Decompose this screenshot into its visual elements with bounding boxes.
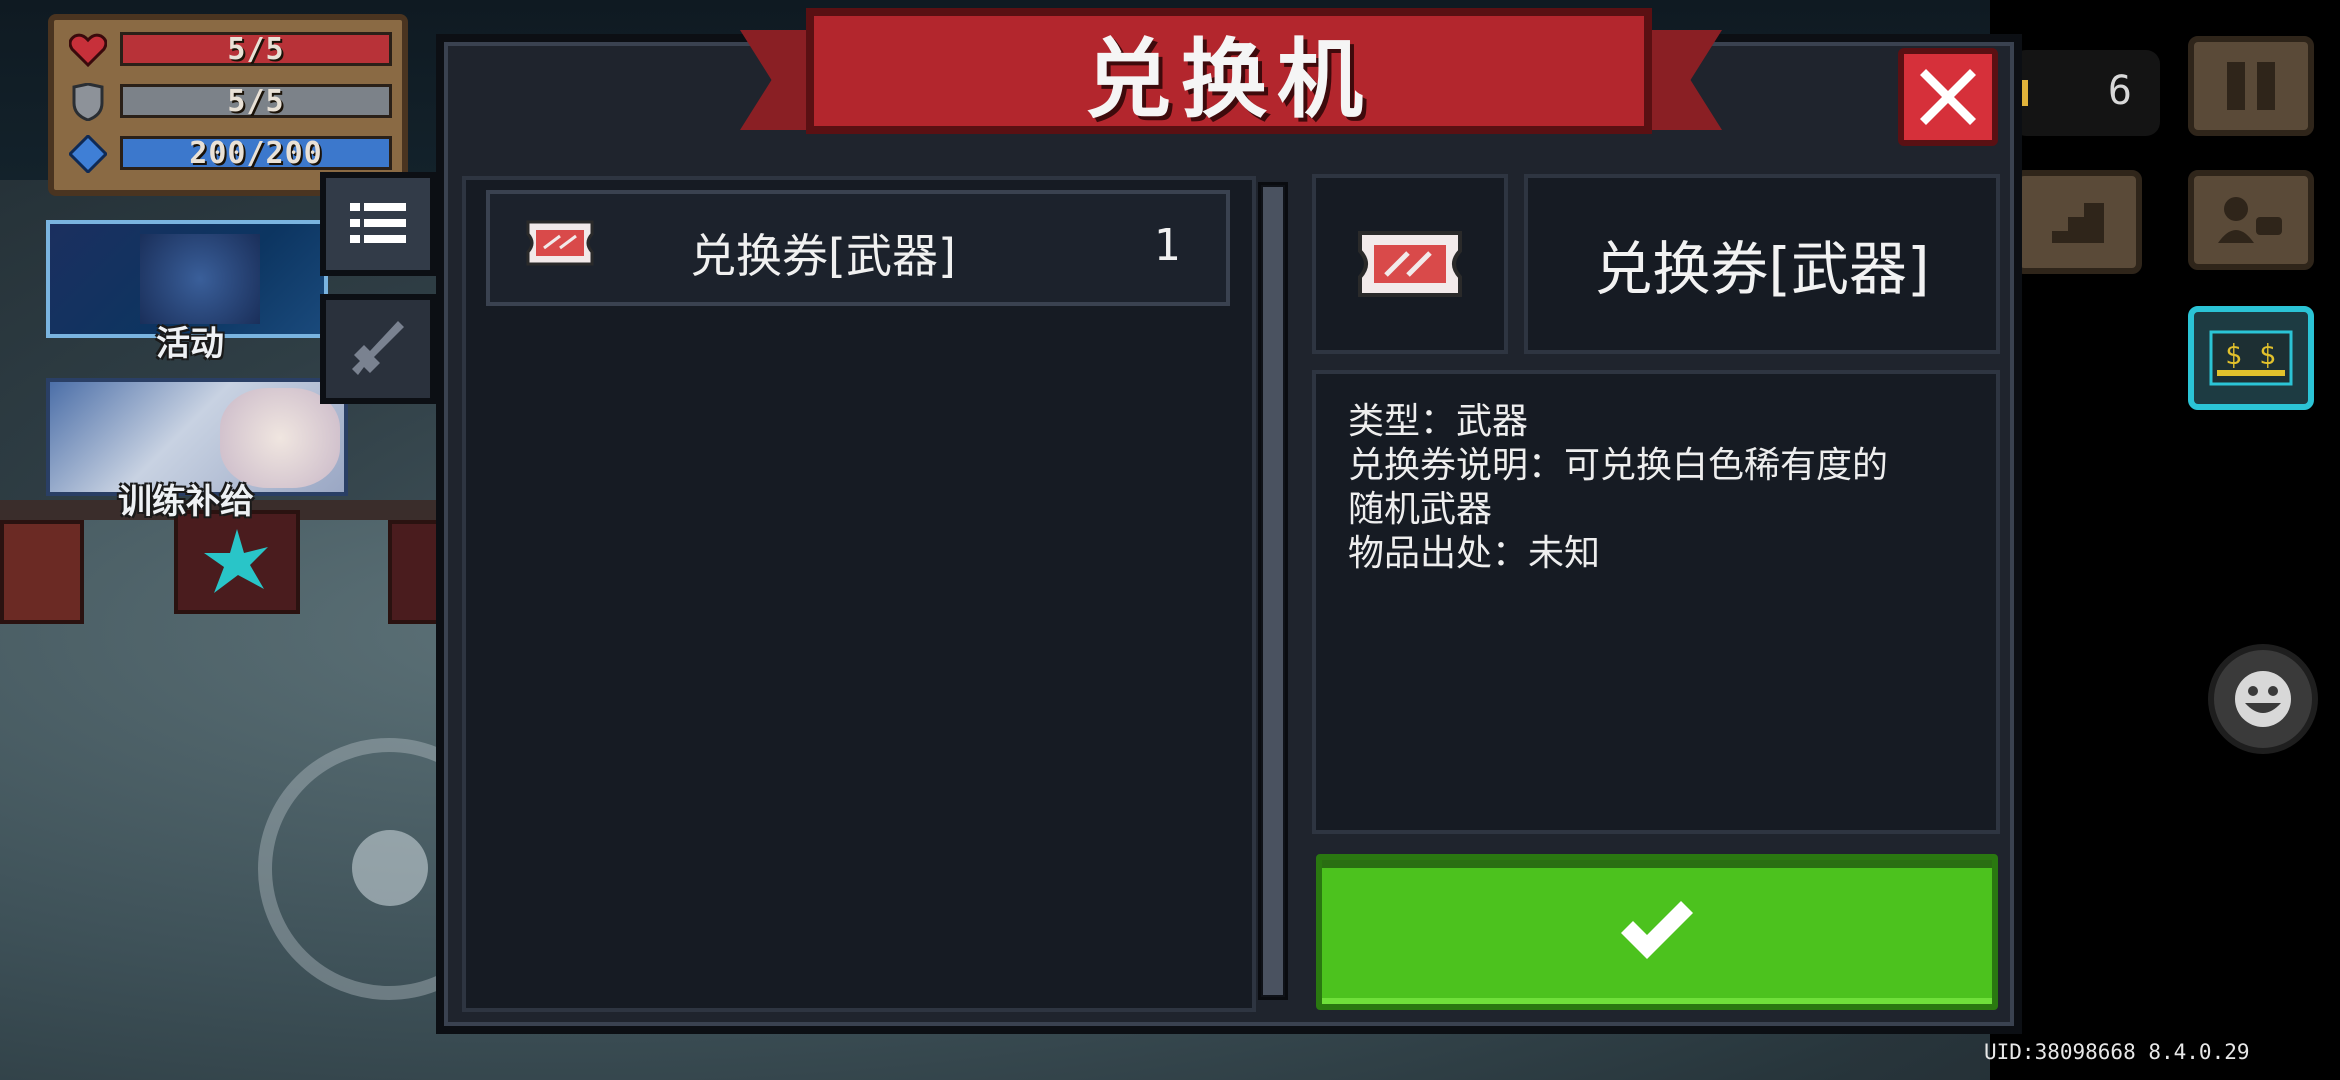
detail-item-name: 兑换券[武器] — [1594, 235, 1930, 303]
detail-source-line: 物品出处：未知 — [1348, 533, 1601, 574]
training-supply-label: 训练补给 — [118, 482, 254, 522]
health-bar: 5/5 — [120, 31, 392, 67]
emote-button[interactable] — [2208, 644, 2318, 754]
crystal-machine — [174, 510, 300, 614]
weapon-machine — [0, 520, 84, 624]
pause-icon — [2227, 62, 2275, 110]
event-character-art — [140, 234, 260, 324]
stairs-icon — [2052, 203, 2104, 243]
event-label: 活动 — [156, 324, 224, 364]
map-button[interactable] — [2014, 170, 2142, 274]
shop-icon: $ $ — [2209, 330, 2293, 386]
shield-icon — [68, 83, 108, 121]
joystick-knob[interactable] — [352, 830, 428, 906]
close-button[interactable] — [1898, 48, 1998, 146]
uid-version-text: UID:38098668 8.4.0.29 — [1984, 1040, 2250, 1064]
armor-value: 5/5 — [227, 83, 285, 119]
energy-row: 200/200 — [68, 134, 398, 174]
game-world-edge — [1990, 0, 2340, 1080]
energy-diamond-icon — [68, 135, 108, 173]
list-icon — [350, 203, 406, 243]
player-stats-panel: 5/5 5/5 200/200 — [48, 14, 408, 196]
checkmark-icon — [1621, 901, 1693, 959]
detail-description: 类型：武器 兑换券说明：可兑换白色稀有度的 随机武器 物品出处：未知 — [1312, 370, 2000, 834]
shop-button[interactable]: $ $ — [2188, 306, 2314, 410]
coin-count: 6 — [2107, 68, 2132, 114]
detail-icon-box — [1312, 174, 1508, 354]
item-list-panel: 兑换券[武器] 1 — [462, 176, 1256, 1012]
detail-description-line: 兑换券说明：可兑换白色稀有度的 — [1348, 445, 1889, 486]
smiley-icon — [2235, 671, 2291, 727]
list-item[interactable]: 兑换券[武器] 1 — [486, 190, 1230, 306]
crystal-icon — [204, 529, 268, 593]
detail-type-line: 类型：武器 — [1348, 401, 1529, 442]
profile-card-icon — [2218, 197, 2282, 243]
health-value: 5/5 — [227, 31, 285, 67]
close-icon — [1920, 69, 1976, 125]
confirm-button[interactable] — [1316, 854, 1998, 1010]
tab-item-list[interactable] — [320, 172, 436, 276]
profile-button[interactable] — [2188, 170, 2314, 270]
tab-weapons[interactable] — [320, 294, 436, 404]
health-row: 5/5 — [68, 30, 398, 70]
ticket-icon — [1358, 231, 1462, 297]
dialog-title: 兑换机 — [1085, 29, 1373, 130]
pause-button[interactable] — [2188, 36, 2314, 136]
list-item-count: 1 — [1153, 220, 1181, 271]
scrollbar-thumb[interactable] — [1263, 187, 1283, 995]
armor-bar: 5/5 — [120, 83, 392, 119]
svg-text:$: $ — [2259, 338, 2276, 371]
list-item-name: 兑换券[武器] — [690, 229, 956, 283]
detail-name-box: 兑换券[武器] — [1524, 174, 2000, 354]
detail-description-line-2: 随机武器 — [1348, 489, 1493, 530]
list-scrollbar[interactable] — [1258, 182, 1288, 1000]
ticket-icon — [526, 220, 594, 266]
coin-display: 6 — [2012, 50, 2160, 136]
title-banner: 兑换机 — [806, 8, 1652, 134]
energy-value: 200/200 — [189, 135, 323, 171]
gun-icon — [352, 321, 404, 375]
armor-row: 5/5 — [68, 82, 398, 122]
heart-icon — [68, 32, 108, 68]
energy-bar: 200/200 — [120, 135, 392, 171]
svg-text:$: $ — [2225, 338, 2242, 371]
